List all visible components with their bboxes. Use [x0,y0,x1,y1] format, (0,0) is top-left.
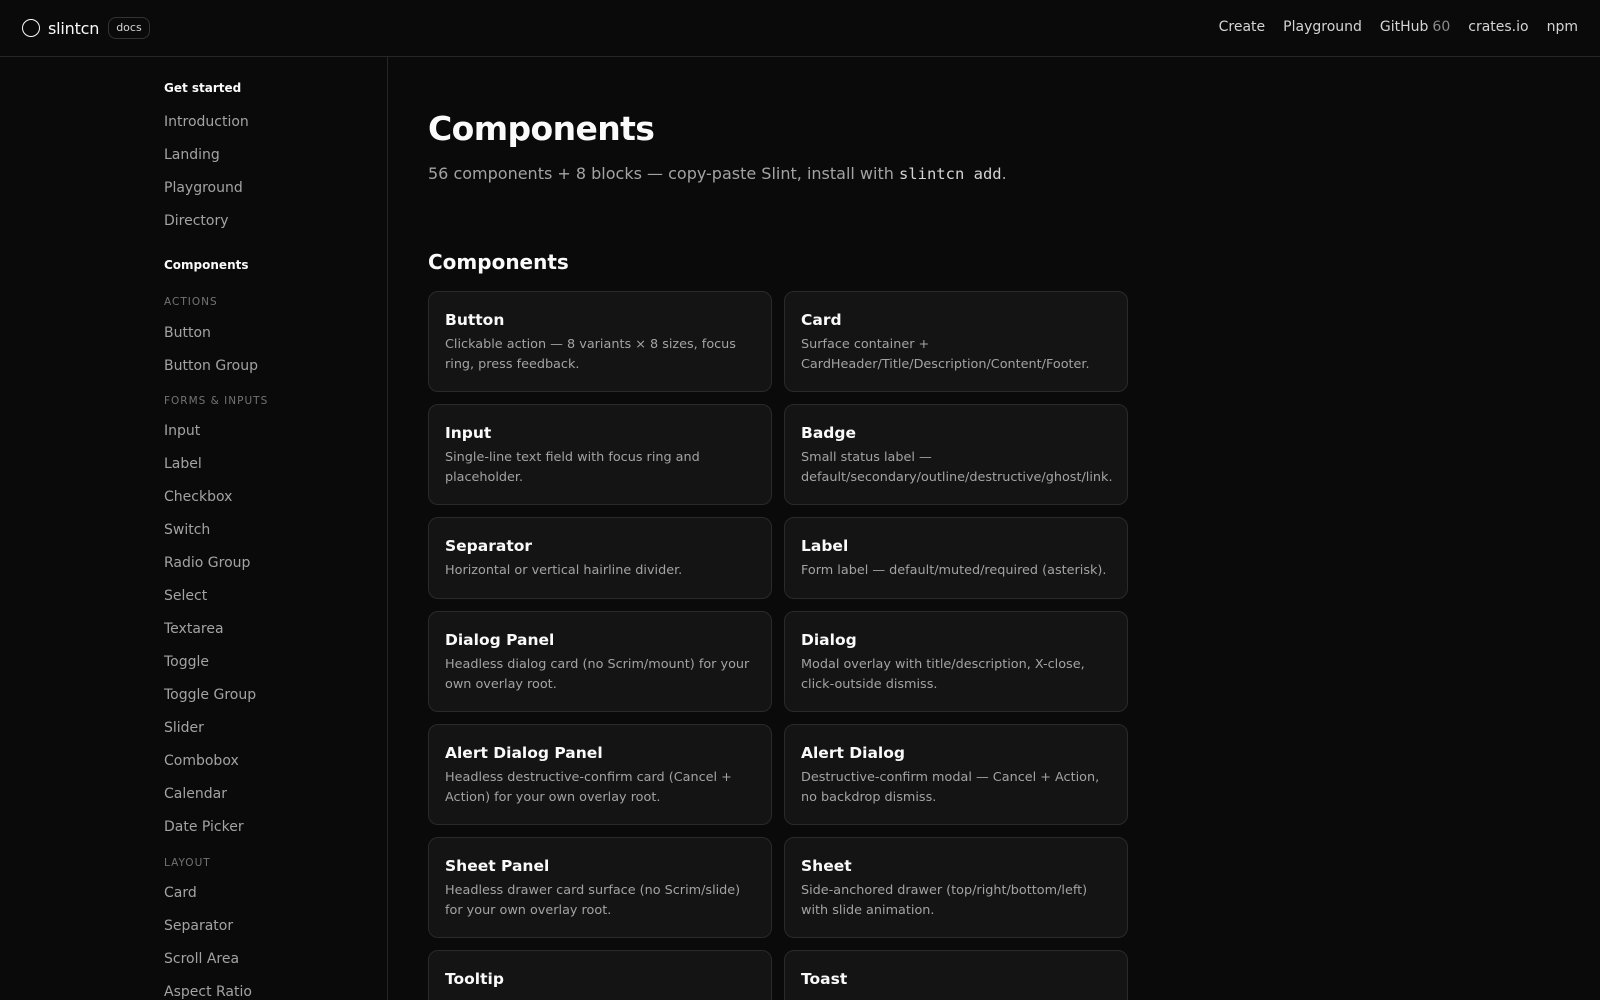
component-card-tooltip[interactable]: Tooltip [428,950,772,1000]
sidebar-heading-components: Components [164,258,249,272]
nav-create-link[interactable]: Create [1219,19,1266,35]
card-description: Headless dialog card (no Scrim/mount) fo… [445,657,750,692]
card-description: Side-anchored drawer (top/right/bottom/l… [801,883,1088,918]
sidebar-category-forms: FORMS & INPUTS [164,395,269,407]
sidebar-item-input[interactable]: Input [164,421,200,441]
component-card-input[interactable]: Input Single-line text field with focus … [428,404,772,505]
top-nav-links: Create Playground GitHub 60 crates.io npm [1219,19,1578,35]
sidebar-item-date-picker[interactable]: Date Picker [164,817,244,837]
card-title: Card [801,311,842,329]
page-subtitle: 56 components + 8 blocks — copy-paste Sl… [428,163,1007,185]
card-title: Dialog [801,631,857,649]
component-card-dialog-panel[interactable]: Dialog Panel Headless dialog card (no Sc… [428,611,772,712]
component-card-badge[interactable]: Badge Small status label — default/secon… [784,404,1128,505]
brand-name: slintcn [48,18,100,38]
card-description: Form label — default/muted/required (ast… [801,563,1107,578]
sidebar-item-checkbox[interactable]: Checkbox [164,487,232,507]
docs-badge: docs [108,17,150,39]
sidebar: Get started Introduction Landing Playgro… [0,57,388,1000]
component-card-sheet-panel[interactable]: Sheet Panel Headless drawer card surface… [428,837,772,938]
subtitle-period: . [1001,164,1007,183]
card-title: Input [445,424,492,442]
component-card-separator[interactable]: Separator Horizontal or vertical hairlin… [428,517,772,599]
card-title: Alert Dialog [801,744,905,762]
sidebar-heading-get-started: Get started [164,81,242,95]
component-card-dialog[interactable]: Dialog Modal overlay with title/descript… [784,611,1128,712]
sidebar-item-aspect-ratio[interactable]: Aspect Ratio [164,982,252,1000]
card-description: Destructive-confirm modal — Cancel + Act… [801,770,1100,805]
nav-crates-link[interactable]: crates.io [1468,19,1528,35]
nav-playground-link[interactable]: Playground [1283,19,1362,35]
logo-circle-icon [22,19,40,37]
sidebar-item-combobox[interactable]: Combobox [164,751,239,771]
card-title: Separator [445,537,533,555]
sidebar-item-label[interactable]: Label [164,454,202,474]
section-title-components: Components [428,250,569,274]
component-card-button[interactable]: Button Clickable action — 8 variants × 8… [428,291,772,392]
card-description: Single-line text field with focus ring a… [445,450,700,485]
card-title: Toast [801,970,848,988]
sidebar-item-playground[interactable]: Playground [164,178,243,198]
card-title: Alert Dialog Panel [445,744,603,762]
github-label: GitHub [1379,19,1429,35]
sidebar-item-card[interactable]: Card [164,883,197,903]
nav-npm-link[interactable]: npm [1547,19,1578,35]
card-description: Small status label — default/secondary/o… [801,450,1113,485]
nav-github-link[interactable]: GitHub 60 [1380,19,1450,35]
install-command: slintcn add [898,165,1002,183]
sidebar-item-separator[interactable]: Separator [164,916,233,936]
brand-link[interactable]: slintcn docs [22,17,150,39]
sidebar-item-toggle[interactable]: Toggle [164,652,209,672]
card-description: Modal overlay with title/description, X-… [801,657,1085,692]
card-title: Sheet [801,857,852,875]
card-description: Horizontal or vertical hairline divider. [445,563,683,578]
card-title: Sheet Panel [445,857,550,875]
sidebar-item-switch[interactable]: Switch [164,520,210,540]
component-card-alert-dialog[interactable]: Alert Dialog Destructive-confirm modal —… [784,724,1128,825]
component-card-label[interactable]: Label Form label — default/muted/require… [784,517,1128,599]
card-title: Tooltip [445,970,504,988]
main-content: Components 56 components + 8 blocks — co… [428,57,1600,1000]
sidebar-item-introduction[interactable]: Introduction [164,112,249,132]
sidebar-item-directory[interactable]: Directory [164,211,229,231]
sidebar-item-button-group[interactable]: Button Group [164,356,258,376]
sidebar-item-toggle-group[interactable]: Toggle Group [164,685,256,705]
sidebar-item-button[interactable]: Button [164,323,211,343]
github-star-count: 60 [1432,19,1451,35]
component-card-alert-dialog-panel[interactable]: Alert Dialog Panel Headless destructive-… [428,724,772,825]
page-title: Components [428,109,655,148]
sidebar-item-slider[interactable]: Slider [164,718,204,738]
card-description: Surface container + CardHeader/Title/Des… [801,337,1090,372]
sidebar-item-textarea[interactable]: Textarea [164,619,224,639]
sidebar-category-actions: ACTIONS [164,296,218,308]
card-description: Headless drawer card surface (no Scrim/s… [445,883,741,918]
sidebar-item-scroll-area[interactable]: Scroll Area [164,949,239,969]
component-card-toast[interactable]: Toast [784,950,1128,1000]
component-card-card[interactable]: Card Surface container + CardHeader/Titl… [784,291,1128,392]
card-title: Button [445,311,505,329]
card-description: Clickable action — 8 variants × 8 sizes,… [445,337,736,372]
card-title: Label [801,537,849,555]
card-title: Badge [801,424,856,442]
sidebar-item-radio-group[interactable]: Radio Group [164,553,250,573]
sidebar-item-calendar[interactable]: Calendar [164,784,227,804]
sidebar-category-layout: LAYOUT [164,857,211,869]
sidebar-item-select[interactable]: Select [164,586,207,606]
card-title: Dialog Panel [445,631,555,649]
sidebar-item-landing[interactable]: Landing [164,145,220,165]
card-description: Headless destructive-confirm card (Cance… [445,770,732,805]
top-navbar: slintcn docs Create Playground GitHub 60 … [0,0,1600,57]
component-card-sheet[interactable]: Sheet Side-anchored drawer (top/right/bo… [784,837,1128,938]
subtitle-text: 56 components + 8 blocks — copy-paste Sl… [428,164,899,183]
